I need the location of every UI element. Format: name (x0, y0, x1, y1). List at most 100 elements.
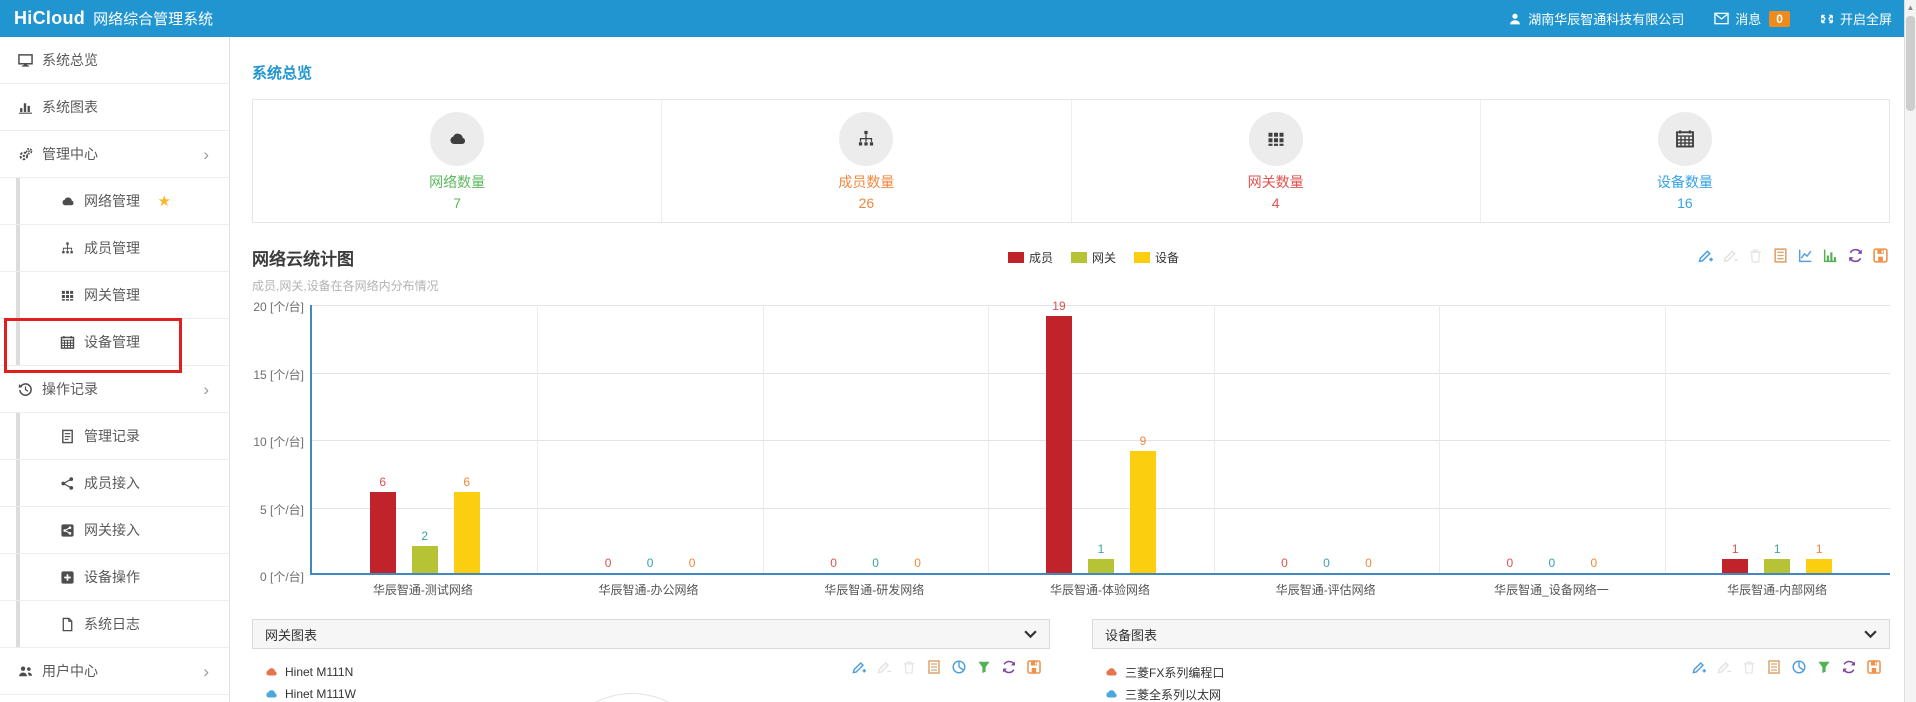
restore-icon (1841, 659, 1857, 675)
bar-value-label: 1 (1715, 542, 1755, 556)
chevron-down-icon[interactable] (1024, 630, 1037, 639)
messages-button[interactable]: 消息 0 (1714, 9, 1790, 28)
y-axis-tick-label: 0 [个/台] (252, 568, 304, 585)
scrollbar-up-arrow[interactable]: ▲ (1905, 0, 1916, 15)
sidebar-item-network-management[interactable]: 网络管理★ (0, 178, 229, 225)
sidebar-item-user-center[interactable]: 用户中心 › (0, 648, 229, 695)
panel-toolbox-save-image-button[interactable] (1026, 659, 1044, 677)
y-axis-tick-label: 15 [个/台] (252, 366, 304, 383)
bar-value-label: 2 (405, 529, 445, 543)
chart-subtitle: 成员,网关,设备在各网络内分布情况 (252, 277, 1890, 294)
chart-legend: 成员 网关 设备 (1008, 249, 1179, 266)
bar-value-label: 1 (1799, 542, 1839, 556)
bar (1130, 451, 1156, 573)
favorite-star-icon[interactable]: ★ (158, 192, 171, 210)
panel-toolbox-mark-erase-button[interactable] (1716, 659, 1734, 677)
main-content: 系统总览 网络数量7成员数量26网关数量4设备数量16 网络云统计图 成员,网关… (230, 37, 1904, 702)
history-icon (18, 382, 33, 397)
panel-item-label: Hinet M111W (285, 687, 356, 701)
panel-toolbox-mark-edit-button[interactable] (851, 659, 869, 677)
panel-toolbox-save-image-button[interactable] (1866, 659, 1884, 677)
bar (1806, 559, 1832, 573)
x-axis-category-label: 华辰智通-评估网络 (1213, 581, 1439, 598)
sidebar-item-label: 操作记录 (42, 379, 98, 399)
toolbox-mark-edit-button[interactable] (1697, 247, 1715, 265)
bar-value-label: 0 (856, 556, 896, 570)
calendar-icon (60, 335, 75, 350)
stat-value: 7 (453, 195, 461, 211)
toolbox-data-view-button[interactable] (1772, 247, 1790, 265)
panel-toolbox-mark-edit-button[interactable] (1691, 659, 1709, 677)
bar-value-label: 0 (1264, 556, 1304, 570)
bar-value-label: 1 (1757, 542, 1797, 556)
sidebar-item-label: 系统总览 (42, 50, 98, 70)
toolbox-mark-clear-button[interactable] (1747, 247, 1765, 265)
sidebar-item-member-management[interactable]: 成员管理 (0, 225, 229, 272)
panel-header[interactable]: 网关图表 (252, 619, 1050, 649)
device-cloud-icon (264, 665, 278, 679)
scrollbar-thumb[interactable] (1906, 16, 1915, 111)
sidebar-nav: 系统总览系统图表管理中心›网络管理★成员管理网关管理设备管理操作记录›管理记录成… (0, 37, 230, 702)
panel-toolbox-data-view-button[interactable] (1766, 659, 1784, 677)
panel-toolbox-pie-chart-button[interactable] (1791, 659, 1809, 677)
device-cloud-icon (1104, 687, 1118, 701)
toolbox-bar-chart-button[interactable] (1822, 247, 1840, 265)
chart-column-4: 000 (1214, 305, 1439, 573)
panel-toolbox-funnel-button[interactable] (1816, 659, 1834, 677)
legend-swatch (1071, 252, 1087, 263)
messages-count-badge: 0 (1769, 11, 1790, 27)
sidebar-item-management-records[interactable]: 管理记录 (0, 413, 229, 460)
page-title: 系统总览 (252, 62, 1890, 83)
panel-toolbox-pie-chart-button[interactable] (951, 659, 969, 677)
toolbox-save-image-button[interactable] (1872, 247, 1890, 265)
sidebar-item-device-management[interactable]: 设备管理 (0, 319, 229, 366)
panel-toolbox (851, 659, 1044, 677)
bar-设备-1: 0 (679, 305, 705, 573)
sidebar-item-label: 成员管理 (84, 238, 140, 258)
bar-网关-5: 0 (1539, 305, 1565, 573)
panel-toolbox-mark-clear-button[interactable] (1741, 659, 1759, 677)
sidebar-item-gateway-management[interactable]: 网关管理 (0, 272, 229, 319)
pie-chart-icon (951, 659, 967, 675)
panel-toolbox-funnel-button[interactable] (976, 659, 994, 677)
sidebar-item-system-overview[interactable]: 系统总览 (0, 37, 229, 84)
panel-toolbox-restore-button[interactable] (1841, 659, 1859, 677)
sidebar-item-member-access[interactable]: 成员接入 (0, 460, 229, 507)
panel-header[interactable]: 设备图表 (1092, 619, 1890, 649)
calendar-icon (1675, 129, 1695, 149)
fullscreen-button[interactable]: 开启全屏 (1820, 9, 1892, 28)
sidebar-item-management-center[interactable]: 管理中心› (0, 131, 229, 178)
legend-item-网关[interactable]: 网关 (1071, 249, 1116, 266)
sidebar-item-label: 用户中心 (42, 661, 98, 681)
bar-网关-3: 1 (1088, 305, 1114, 573)
legend-item-成员[interactable]: 成员 (1008, 249, 1053, 266)
stats-summary-card: 网络数量7成员数量26网关数量4设备数量16 (252, 99, 1890, 223)
chevron-right-icon: › (203, 663, 209, 680)
panel-toolbox-mark-erase-button[interactable] (876, 659, 894, 677)
panel-toolbox-restore-button[interactable] (1001, 659, 1019, 677)
panel-toolbox-mark-clear-button[interactable] (901, 659, 919, 677)
toolbox-restore-button[interactable] (1847, 247, 1865, 265)
vertical-scrollbar[interactable]: ▲ (1904, 0, 1916, 702)
sitemap-icon (856, 129, 876, 149)
sidebar-item-label: 设备管理 (84, 332, 140, 352)
toolbox-line-chart-button[interactable] (1797, 247, 1815, 265)
chevron-down-icon[interactable] (1864, 630, 1877, 639)
users-icon (18, 664, 33, 679)
sidebar-item-device-operation[interactable]: 设备操作 (0, 554, 229, 601)
bar (1764, 559, 1790, 573)
company-menu[interactable]: 湖南华辰智通科技有限公司 (1508, 9, 1684, 28)
sidebar-item-system-logs[interactable]: 系统日志 (0, 601, 229, 648)
legend-item-设备[interactable]: 设备 (1134, 249, 1179, 266)
sidebar-item-system-charts[interactable]: 系统图表 (0, 84, 229, 131)
legend-label: 网关 (1092, 249, 1116, 266)
bar (454, 492, 480, 573)
stat-label: 设备数量 (1657, 172, 1713, 192)
bar (412, 546, 438, 573)
sidebar-item-operation-records[interactable]: 操作记录› (0, 366, 229, 413)
panel-toolbox-data-view-button[interactable] (926, 659, 944, 677)
sidebar-item-gateway-access[interactable]: 网关接入 (0, 507, 229, 554)
panel-list-item[interactable]: 三菱全系列以太网 (1104, 683, 1880, 702)
bar-value-label: 6 (363, 475, 403, 489)
toolbox-mark-erase-button[interactable] (1722, 247, 1740, 265)
